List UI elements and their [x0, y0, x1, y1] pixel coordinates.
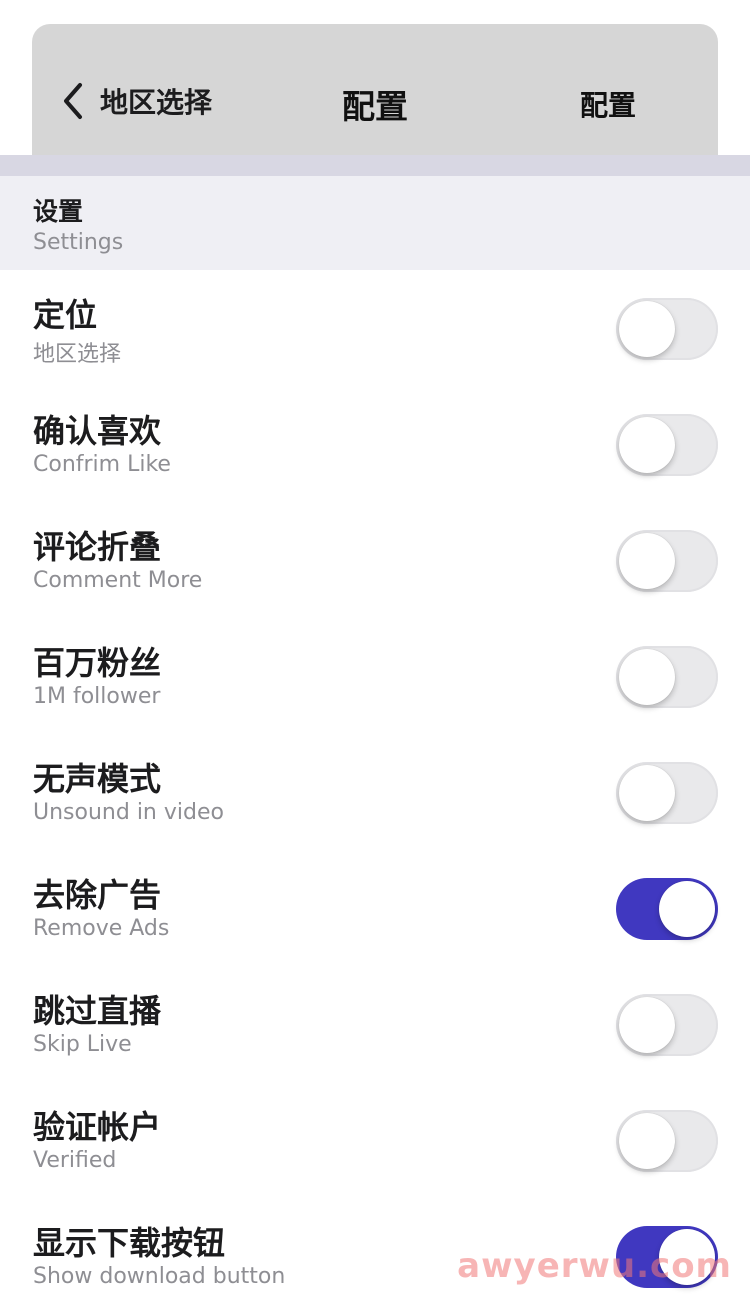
setting-row-comment-more: 评论折叠 Comment More: [0, 502, 750, 618]
setting-row-remove-ads: 去除广告 Remove Ads: [0, 850, 750, 966]
setting-subtitle: Show download button: [33, 1264, 286, 1289]
setting-title: 验证帐户: [33, 1108, 162, 1146]
comment-more-toggle[interactable]: [616, 530, 718, 592]
remove-ads-toggle[interactable]: [616, 878, 718, 940]
unsound-toggle[interactable]: [616, 762, 718, 824]
back-button-label: 地区选择: [100, 86, 213, 119]
show-download-toggle[interactable]: [616, 1226, 718, 1288]
toggle-knob: [619, 765, 675, 821]
setting-title: 显示下载按钮: [33, 1224, 226, 1262]
setting-title: 评论折叠: [33, 528, 162, 566]
toggle-knob: [619, 301, 675, 357]
section-title: 设置: [33, 197, 84, 226]
setting-row-skip-live: 跳过直播 Skip Live: [0, 966, 750, 1082]
navbar-bottom-strip: [0, 155, 750, 176]
toggle-knob: [619, 649, 675, 705]
toggle-knob: [659, 881, 715, 937]
confirm-like-toggle[interactable]: [616, 414, 718, 476]
back-button[interactable]: 地区选择: [60, 74, 212, 128]
setting-subtitle: Confrim Like: [33, 452, 171, 477]
settings-list: 定位 地区选择 确认喜欢 Confrim Like 评论折叠 Comment M…: [0, 270, 750, 1314]
chevron-left-icon: [64, 83, 82, 119]
section-subtitle: Settings: [33, 230, 124, 255]
setting-row-1m-follower: 百万粉丝 1M follower: [0, 618, 750, 734]
toggle-knob: [619, 417, 675, 473]
setting-row-unsound: 无声模式 Unsound in video: [0, 734, 750, 850]
section-header: 设置 Settings: [0, 176, 750, 270]
setting-title: 百万粉丝: [33, 644, 162, 682]
1m-follower-toggle[interactable]: [616, 646, 718, 708]
setting-subtitle: 1M follower: [33, 684, 161, 709]
toggle-knob: [619, 997, 675, 1053]
setting-title: 去除广告: [33, 876, 162, 914]
location-toggle[interactable]: [616, 298, 718, 360]
toggle-knob: [659, 1229, 715, 1285]
toggle-knob: [619, 1113, 675, 1169]
navigation-bar: 地区选择 配置 配置: [32, 24, 718, 174]
setting-subtitle: Remove Ads: [33, 916, 170, 941]
setting-row-location: 定位 地区选择: [0, 270, 750, 386]
verified-toggle[interactable]: [616, 1110, 718, 1172]
setting-title: 定位: [33, 296, 98, 334]
setting-subtitle: Skip Live: [33, 1032, 132, 1057]
setting-title: 确认喜欢: [33, 412, 162, 450]
skip-live-toggle[interactable]: [616, 994, 718, 1056]
setting-title: 跳过直播: [33, 992, 162, 1030]
setting-title: 无声模式: [33, 760, 162, 798]
setting-subtitle: Verified: [33, 1148, 117, 1173]
setting-row-confirm-like: 确认喜欢 Confrim Like: [0, 386, 750, 502]
toggle-knob: [619, 533, 675, 589]
setting-subtitle: 地区选择: [33, 342, 122, 367]
setting-row-verified: 验证帐户 Verified: [0, 1082, 750, 1198]
configure-button[interactable]: 配置: [580, 84, 636, 124]
setting-subtitle: Unsound in video: [33, 800, 224, 825]
setting-subtitle: Comment More: [33, 568, 203, 593]
